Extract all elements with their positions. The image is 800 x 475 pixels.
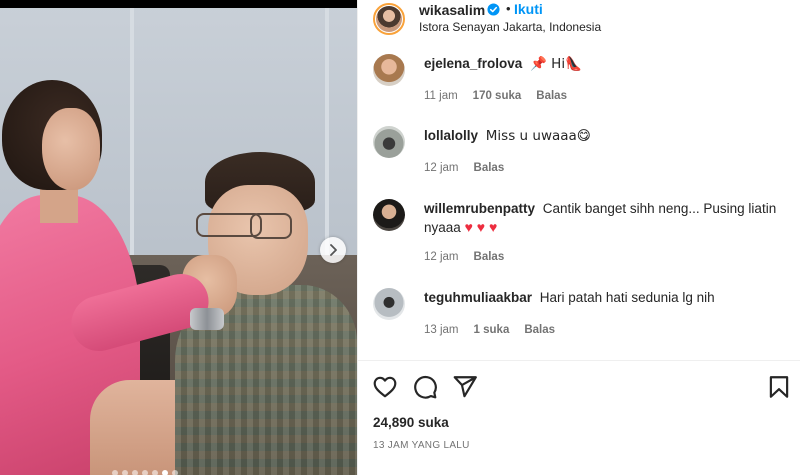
commenter-avatar[interactable] <box>373 126 405 158</box>
chevron-right-icon <box>330 244 337 256</box>
carousel-dot <box>172 470 178 475</box>
comment-time[interactable]: 12 jam <box>424 162 459 174</box>
reply-button[interactable]: Balas <box>474 162 505 174</box>
comment-time[interactable]: 11 jam <box>424 90 458 102</box>
author-avatar[interactable] <box>373 3 405 35</box>
comment-username[interactable]: lollalolly <box>424 128 478 143</box>
reply-button[interactable]: Balas <box>524 324 555 336</box>
separator-dot: • <box>506 1 511 16</box>
post-side-panel: wikasalim • Ikuti Istora Senayan Jakarta… <box>357 0 800 475</box>
carousel-dot <box>142 470 148 475</box>
likes-count[interactable]: 24,890 suka <box>373 415 449 430</box>
comment-username[interactable]: ejelena_frolova <box>424 56 522 71</box>
post-timestamp[interactable]: 13 JAM YANG LALU <box>373 440 470 451</box>
send-icon[interactable] <box>452 374 478 400</box>
comments-list[interactable]: ejelena_frolova 📌 Hi👠 11 jam 170 suka Ba… <box>358 46 800 360</box>
woman-face <box>42 108 100 190</box>
glasses-right-lens <box>250 213 292 239</box>
carousel-dot <box>132 470 138 475</box>
comment-meta: 11 jam 170 suka Balas <box>424 90 567 102</box>
comment-meta: 12 jam Balas <box>424 251 504 263</box>
carousel-dot-active <box>162 470 168 475</box>
actions-divider <box>358 360 800 361</box>
carousel-dots <box>112 470 178 475</box>
carousel-dot <box>122 470 128 475</box>
follow-button[interactable]: Ikuti <box>514 1 543 17</box>
comment-likes[interactable]: 170 suka <box>473 90 522 102</box>
comment-body: willemrubenpatty Cantik banget sihh neng… <box>424 199 794 237</box>
verified-badge-icon <box>487 3 500 16</box>
comment-likes[interactable]: 1 suka <box>474 324 510 336</box>
post-actions-bar <box>358 370 800 404</box>
photo-top-border <box>0 0 357 8</box>
comment-text: Miss u uwaaa😋 <box>485 128 591 144</box>
post-photo[interactable] <box>0 0 357 475</box>
comment-meta: 13 jam 1 suka Balas <box>424 324 555 336</box>
author-username[interactable]: wikasalim <box>419 2 485 18</box>
comment-username[interactable]: willemrubenpatty <box>424 201 535 216</box>
comment-body: lollalolly Miss u uwaaa😋 <box>424 126 794 146</box>
bookmark-icon[interactable] <box>766 374 792 400</box>
comment-body: teguhmuliaakbar Hari patah hati sedunia … <box>424 288 794 307</box>
comment-icon[interactable] <box>412 374 438 400</box>
heart-emoji-icons: ♥ ♥ ♥ <box>464 219 498 235</box>
comment-body: ejelena_frolova 📌 Hi👠 <box>424 54 794 74</box>
carousel-dot <box>152 470 158 475</box>
comment-time[interactable]: 13 jam <box>424 324 459 336</box>
comment-text: 📌 Hi👠 <box>530 56 582 72</box>
comment-text: Hari patah hati sedunia lg nih <box>539 290 715 305</box>
commenter-avatar[interactable] <box>373 199 405 231</box>
reply-button[interactable]: Balas <box>536 90 567 102</box>
reply-button[interactable]: Balas <box>474 251 505 263</box>
next-photo-button[interactable] <box>320 237 346 263</box>
heart-icon[interactable] <box>372 374 398 400</box>
carousel-dot <box>112 470 118 475</box>
commenter-avatar[interactable] <box>373 288 405 320</box>
comment-meta: 12 jam Balas <box>424 162 504 174</box>
post-location[interactable]: Istora Senayan Jakarta, Indonesia <box>419 20 601 34</box>
wristwatch <box>190 308 224 330</box>
post-header: wikasalim • Ikuti Istora Senayan Jakarta… <box>358 0 800 46</box>
comment-username[interactable]: teguhmuliaakbar <box>424 290 532 305</box>
comment-time[interactable]: 12 jam <box>424 251 459 263</box>
commenter-avatar[interactable] <box>373 54 405 86</box>
